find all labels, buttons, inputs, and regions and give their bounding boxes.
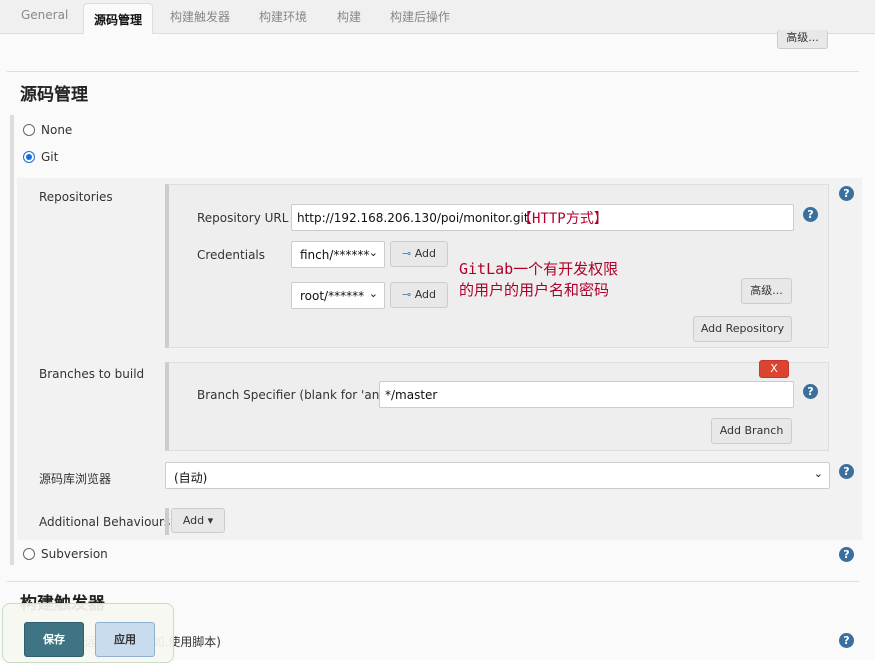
add-behaviour-button[interactable]: Add ▾ [171,508,225,533]
advanced-button[interactable]: 高级... [741,278,792,304]
credentials-select-2[interactable]: root/****** ⌄ [291,282,385,309]
scm-title: 源码管理 [20,85,88,105]
branch-spec-label: Branch Specifier (blank for 'any') [197,388,395,402]
key-icon: ⊸ [401,288,412,301]
browser-select[interactable]: (自动) ⌄ [165,462,830,489]
chevron-down-icon: ⌄ [368,246,378,259]
section-bar [10,115,14,565]
chevron-down-icon: ⌄ [368,287,378,300]
radio-subversion[interactable] [23,548,35,560]
browser-label: 源码库浏览器 [39,472,112,486]
radio-git[interactable] [23,151,35,163]
divider [7,71,859,72]
add-repository-button[interactable]: Add Repository [693,316,792,342]
repo-note: 【HTTP方式】 [518,211,608,227]
add-credentials-button-2[interactable]: ⊸ Add [390,282,448,308]
add-branch-button[interactable]: Add Branch [711,418,792,444]
help-icon[interactable]: ? [839,633,854,648]
divider [165,508,169,535]
branch-spec-input[interactable]: */master [379,381,794,408]
repo-url-input[interactable]: http://192.168.206.130/poi/monitor.git 【H… [291,204,794,231]
branches-label: Branches to build [39,367,145,381]
key-icon: ⊸ [401,247,412,260]
none-label: None [41,123,73,137]
help-icon[interactable]: ? [803,207,818,222]
tab-general[interactable]: General [21,8,68,22]
help-icon[interactable]: ? [839,547,854,562]
behaviours-label: Additional Behaviours [39,515,171,529]
radio-none[interactable] [23,124,35,136]
repo-url-label: Repository URL [197,211,289,225]
tab-bar: General 源码管理 构建触发器 构建环境 构建 构建后操作 [0,0,875,35]
git-label: Git [41,150,59,164]
help-icon[interactable]: ? [839,186,854,201]
tab-post-build[interactable]: 构建后操作 [390,8,450,25]
help-icon[interactable]: ? [839,464,854,479]
tab-scm[interactable]: 源码管理 [83,3,154,35]
add-credentials-button-1[interactable]: ⊸ Add [390,241,448,267]
credentials-note-2: 的用户的用户名和密码 [459,281,610,299]
apply-button[interactable]: 应用 [95,622,155,657]
subversion-label: Subversion [41,547,108,561]
help-icon[interactable]: ? [803,384,818,399]
tab-triggers[interactable]: 构建触发器 [170,8,230,25]
tab-env[interactable]: 构建环境 [259,8,307,25]
top-advanced-button[interactable]: 高级... [777,30,828,49]
chevron-down-icon: ⌄ [813,467,823,480]
delete-branch-button[interactable]: X [759,360,789,378]
repositories-label: Repositories [39,190,113,204]
credentials-label: Credentials [197,248,266,262]
tab-build[interactable]: 构建 [337,8,361,25]
save-button[interactable]: 保存 [24,622,84,657]
divider [7,581,859,582]
credentials-select-1[interactable]: finch/****** ⌄ [291,241,385,268]
credentials-note-1: GitLab一个有开发权限 [459,260,619,278]
